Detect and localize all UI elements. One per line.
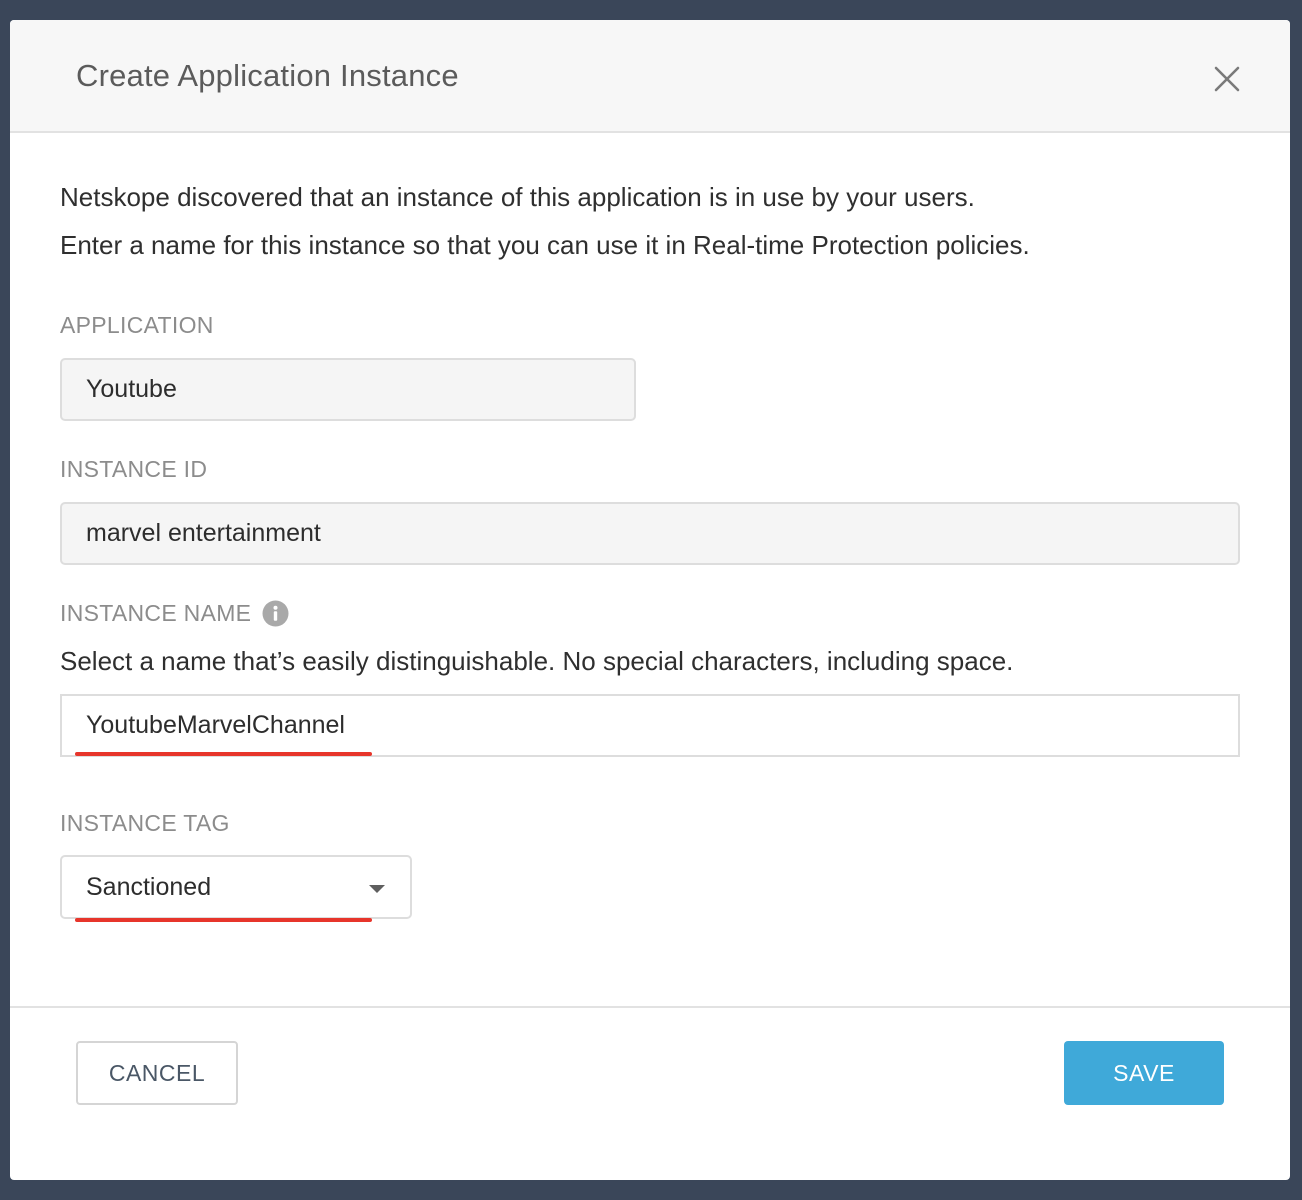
application-label: APPLICATION [60, 312, 214, 338]
application-field[interactable] [60, 358, 636, 421]
intro-line-2: Enter a name for this instance so that y… [60, 230, 1030, 260]
dialog-title: Create Application Instance [76, 58, 459, 93]
close-icon [1214, 66, 1240, 92]
instance-name-label-text: INSTANCE NAME [60, 600, 252, 626]
cancel-button[interactable]: CANCEL [76, 1041, 238, 1105]
info-icon[interactable] [262, 600, 289, 627]
create-instance-dialog: Create Application Instance Netskope dis… [10, 20, 1290, 1180]
instance-name-hint: Select a name that’s easily distinguisha… [60, 646, 1014, 676]
instance-id-label: INSTANCE ID [60, 456, 208, 482]
instance-tag-label: INSTANCE TAG [60, 810, 230, 836]
annotation-underline-tag [75, 918, 372, 922]
chevron-down-icon [369, 885, 385, 893]
instance-tag-select[interactable]: Sanctioned [60, 855, 412, 919]
close-button[interactable] [1210, 62, 1244, 96]
instance-tag-selected: Sanctioned [86, 872, 212, 901]
intro-line-1: Netskope discovered that an instance of … [60, 182, 975, 212]
dialog-header: Create Application Instance [10, 20, 1290, 133]
instance-name-input[interactable] [60, 694, 1240, 757]
instance-id-field[interactable] [60, 502, 1240, 565]
annotation-underline-name [75, 752, 372, 756]
footer-divider [10, 1006, 1290, 1008]
save-button[interactable]: SAVE [1064, 1041, 1224, 1105]
instance-name-label: INSTANCE NAME [60, 600, 289, 627]
